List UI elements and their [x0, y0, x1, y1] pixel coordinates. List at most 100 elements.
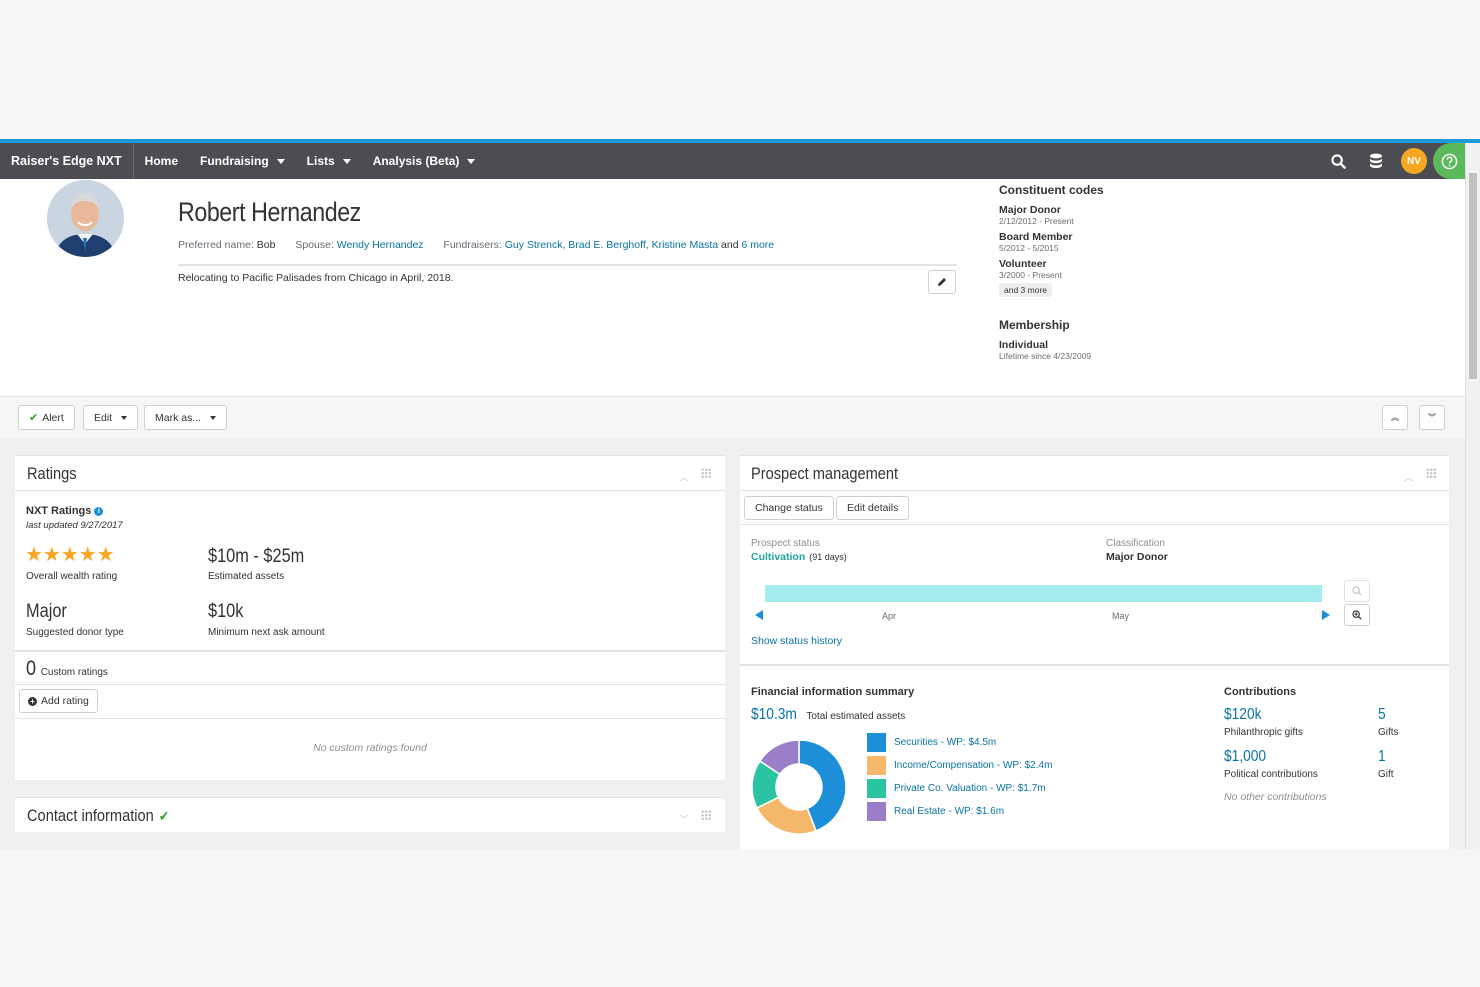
constituent-details: Preferred name: Bob Spouse: Wendy Hernan…: [178, 239, 774, 251]
database-icon[interactable]: [1357, 143, 1395, 179]
constituent-name: Robert Hernandez: [178, 197, 361, 227]
add-rating-label: Add rating: [41, 695, 89, 707]
legend-item[interactable]: Private Co. Valuation - WP: $1.7m: [867, 779, 1046, 798]
prospect-management-tile: Prospect management ︿ Change status Edit…: [740, 455, 1449, 849]
code-name: Major Donor: [999, 204, 1061, 216]
info-icon[interactable]: i: [94, 506, 104, 516]
zoom-out-button[interactable]: [1344, 580, 1370, 602]
fundraisers-label: Fundraisers:: [443, 239, 502, 251]
nav-lists[interactable]: Lists: [296, 143, 362, 179]
search-icon[interactable]: [1319, 143, 1357, 179]
nav-home[interactable]: Home: [134, 143, 189, 179]
constituent-header: Robert Hernandez Preferred name: Bob Spo…: [0, 179, 1465, 396]
legend-item[interactable]: Securities - WP: $4.5m: [867, 733, 996, 752]
legend-item[interactable]: Income/Compensation - WP: $2.4m: [867, 756, 1052, 775]
drag-handle-icon[interactable]: [701, 810, 712, 821]
edit-details-label: Edit details: [847, 502, 899, 514]
legend-label[interactable]: Securities - WP: $4.5m: [894, 737, 996, 748]
legend-item[interactable]: Real Estate - WP: $1.6m: [867, 802, 1004, 821]
nav-fundraising[interactable]: Fundraising: [189, 143, 296, 179]
ratings-title: Ratings: [27, 464, 77, 483]
legend-label[interactable]: Real Estate - WP: $1.6m: [894, 806, 1004, 817]
constituent-codes: Constituent codes Major Donor 2/12/2012 …: [999, 183, 1249, 366]
code-dates: 3/2000 - Present: [999, 270, 1062, 280]
chevron-up-icon[interactable]: ︿: [679, 469, 689, 484]
membership-name: Individual: [999, 339, 1049, 351]
edit-dropdown-button[interactable]: Edit: [83, 405, 139, 430]
legend-label[interactable]: Private Co. Valuation - WP: $1.7m: [894, 783, 1046, 794]
contact-title: Contact information ✔: [27, 806, 169, 826]
philanthropic-value: $120k: [1224, 706, 1262, 723]
chevron-down-icon: [121, 415, 128, 420]
total-assets-value: $10.3m: [751, 706, 797, 723]
top-navbar: Raiser's Edge NXT Home Fundraising Lists…: [0, 143, 1465, 179]
political-value: $1,000: [1224, 748, 1267, 765]
page-scrollbar[interactable]: [1465, 143, 1480, 849]
legend-label[interactable]: Income/Compensation - WP: $2.4m: [894, 760, 1052, 771]
help-button[interactable]: [1433, 143, 1465, 179]
contact-information-tile: Contact information ✔ ﹀: [15, 797, 725, 832]
legend-swatch: [867, 756, 886, 775]
zoom-in-icon: [1352, 610, 1362, 620]
mark-as-dropdown-button[interactable]: Mark as...: [144, 405, 228, 430]
mark-as-label: Mark as...: [155, 411, 202, 424]
add-rating-button[interactable]: + Add rating: [19, 689, 98, 713]
edit-note-button[interactable]: [928, 270, 956, 294]
drag-handle-icon[interactable]: [1426, 468, 1437, 479]
show-status-history-link[interactable]: Show status history: [751, 635, 842, 647]
legend-swatch: [867, 802, 886, 821]
zoom-out-icon: [1352, 586, 1362, 596]
philanthropic-label: Philanthropic gifts: [1224, 727, 1303, 738]
spouse-label: Spouse:: [295, 239, 334, 251]
ratings-tile: Ratings ︿ NXT Ratings i last updated 9/2…: [15, 455, 725, 780]
preferred-name-label: Preferred name:: [178, 239, 254, 251]
chevron-down-icon: [276, 158, 285, 164]
collapse-all-button[interactable]: ︽: [1382, 405, 1408, 430]
code-dates: 5/2012 - 5/2015: [999, 243, 1059, 253]
prospect-status-value: Cultivation: [751, 551, 806, 563]
user-menu[interactable]: NV: [1395, 143, 1433, 179]
alert-button[interactable]: ✔ Alert: [18, 405, 75, 430]
donor-type-value: Major: [26, 601, 67, 622]
code-dates: 2/12/2012 - Present: [999, 216, 1074, 226]
scrollbar-thumb[interactable]: [1469, 173, 1477, 379]
min-ask-value: $10k: [208, 601, 244, 622]
nav-analysis[interactable]: Analysis (Beta): [362, 143, 487, 179]
assets-donut-chart: [751, 739, 847, 835]
fundraisers-link[interactable]: Guy Strenck, Brad E. Berghoff, Kristine …: [505, 239, 718, 251]
wealth-stars: ★★★★★: [25, 544, 115, 566]
donor-type-label: Suggested donor type: [26, 627, 124, 638]
nav-lists-label: Lists: [306, 154, 335, 168]
zoom-in-button[interactable]: [1344, 604, 1370, 626]
chevron-down-icon[interactable]: ﹀: [679, 811, 689, 826]
expand-all-button[interactable]: ︾: [1419, 405, 1445, 430]
fundraisers-more-link[interactable]: 6 more: [741, 239, 774, 251]
prospect-status-days: (91 days): [809, 552, 847, 562]
fundraisers-and: and: [721, 239, 739, 251]
timeline-prev-arrow-icon[interactable]: [755, 610, 763, 620]
prospect-title: Prospect management: [751, 464, 899, 483]
help-icon: [1441, 153, 1457, 169]
change-status-button[interactable]: Change status: [744, 496, 834, 520]
more-codes-chip[interactable]: and 3 more: [999, 283, 1052, 297]
spouse-link[interactable]: Wendy Hernandez: [337, 239, 424, 251]
no-custom-ratings-message: No custom ratings found: [313, 742, 427, 754]
code-name: Volunteer: [999, 258, 1047, 270]
chevron-down-icon: [210, 415, 217, 420]
political-label: Political contributions: [1224, 769, 1318, 780]
legend-swatch: [867, 733, 886, 752]
edit-details-button[interactable]: Edit details: [836, 496, 910, 520]
edit-label: Edit: [94, 411, 113, 424]
financial-heading: Financial information summary: [751, 686, 915, 698]
timeline-next-arrow-icon[interactable]: [1322, 610, 1330, 620]
no-other-contributions-message: No other contributions: [1224, 791, 1327, 803]
brand-link[interactable]: Raiser's Edge NXT: [0, 143, 134, 179]
double-chevron-up-icon: ︽: [1391, 413, 1399, 422]
constituent-codes-heading: Constituent codes: [999, 183, 1104, 197]
constituent-photo: [47, 180, 124, 257]
nxt-ratings-heading: NXT Ratings i: [26, 505, 104, 517]
nxt-ratings-label: NXT Ratings: [26, 505, 92, 517]
status-timeline-bar: [765, 585, 1322, 602]
chevron-up-icon[interactable]: ︿: [1404, 469, 1414, 484]
drag-handle-icon[interactable]: [701, 468, 712, 479]
